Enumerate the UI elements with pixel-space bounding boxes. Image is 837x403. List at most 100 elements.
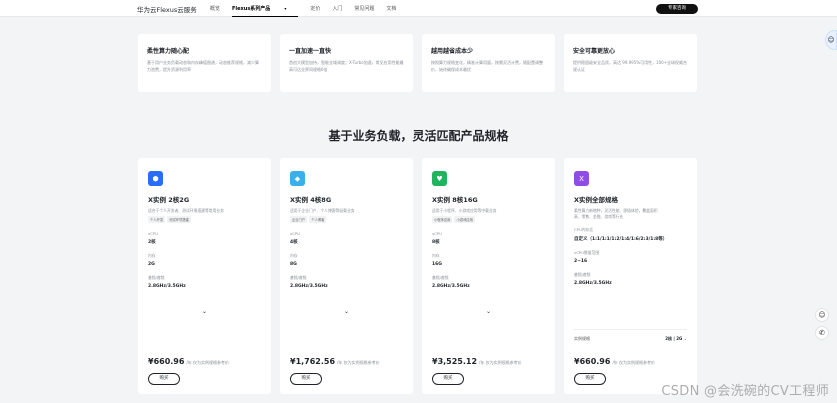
spec-value: 2.8GHz/3.5GHz [432,283,470,289]
heart-icon: ♥ [432,171,447,186]
spec-frequency: 基频/睿频 2.8GHz/3.5GHz [432,275,545,289]
feature-card: 越用越省成本少 按照算力规格变化，精准计算用量，按需灵活计费，随配置调整价，始终… [422,34,555,92]
shield-icon: ⬢ [148,171,163,186]
nav-pricing[interactable]: 定价 [310,5,320,12]
spec-label: 基频/睿频 [574,272,591,277]
card-title: X实例 2核2G [148,196,190,204]
tag: 个人博客 [309,215,327,223]
price: ¥660.96 [574,357,611,366]
product-card-2c2g: ⬢ X实例 2核2G 适合于个人开发者、测试环境搭建等常用业务 个人开发 测试环… [138,158,271,394]
top-navigation-bar: 华为云Flexus云服务 概览 Flexus系列产品 ▾ 定价 入门 常见问题 文… [0,0,837,17]
card-title: X实例 8核16G [432,196,478,204]
spec-memory: 内存 16G [432,253,545,267]
spec-vcpu: vCPU 2核 [148,231,261,245]
price-bar: ¥660.96/年 仅为实例规格参考价 [148,357,229,366]
spec-value: 2.8GHz/3.5GHz [290,283,328,289]
spec-value: 8核 [432,239,440,245]
spec-value: 2G [148,261,155,267]
nav-docs[interactable]: 文档 [386,5,396,12]
price-bar: ¥3,525.12/年 仅为实例规格参考价 [432,357,522,366]
tag: 小游戏应用 [454,215,475,223]
feature-title: 一直加速一直快 [289,48,332,55]
feature-desc: 按照算力规格变化，精准计算用量，按需灵活计费，随配置调整价，始终确保成本最优 [431,60,543,72]
product-card-all-specs: X X实例全部规格 柔性算力新物种，灵活性能、即插体验，覆盖面积 高、零售、金融… [564,158,697,394]
buy-button[interactable]: 购买 [148,373,180,385]
tag: 个人开发 [148,215,166,223]
spec-value: 2.8GHz/3.5GHz [148,283,186,289]
spec-label: vCPU [148,230,158,236]
select-label: 实例规格 [574,336,590,341]
price-unit: /年 仅为实例规格参考价 [612,360,656,365]
spec-label: vCPU数量范围 [574,250,600,255]
spec-value: 16G [432,261,442,267]
price-unit: /年 仅为实例规格参考价 [337,360,380,365]
spec-memory: 内存 8G [290,253,403,267]
price: ¥1,762.56 [290,357,336,366]
spec-label: CPU内存比 [574,227,594,232]
feature-card: 柔性算力随心配 基于用户业务负载动态和内存峰值图谱，动态推荐规格，减少算力浪费，… [138,34,271,92]
expand-chevron-icon[interactable]: ⌄ [280,308,413,315]
brand-title[interactable]: 华为云Flexus云服务 [137,4,197,14]
side-toolbar: ☺ ✆ [815,308,829,340]
buy-button[interactable]: 购买 [432,373,464,385]
feature-desc: 基于用户业务负载动态和内存峰值图谱，动态推荐规格，减少算力浪费，提升资源利用率 [147,60,259,72]
spec-vcpu-range: vCPU数量范围 2~16 [574,250,687,264]
card-desc: 适用于企业门户、个人博客等轻载业务 [290,208,355,213]
nav-faq[interactable]: 常见问题 [354,5,374,12]
main-nav: 概览 Flexus系列产品 ▾ 定价 入门 常见问题 文档 [210,5,408,17]
select-value[interactable]: 2核 | 2G ⌄ [665,336,687,342]
price: ¥660.96 [148,357,185,366]
product-card-8c16g: ♥ X实例 8核16G 适用于小程序、小游戏应用等中载业务 小程序应用 小游戏应… [422,158,555,394]
feature-desc: 提供稳固级安全品质，高达 99.995%可用性，100+全球权威合规认证 [573,60,688,72]
price: ¥3,525.12 [432,357,478,366]
card-title: X实例全部规格 [574,196,619,204]
spec-label: 内存 [290,252,298,258]
buy-button[interactable]: 购买 [290,373,322,385]
price-bar: ¥1,762.56/年 仅为实例规格参考价 [290,357,380,366]
diamond-icon: ◆ [290,171,305,186]
tag: 企业门户 [290,215,308,223]
card-tags: 个人开发 测试环境搭建 [148,215,261,223]
price-bar: ¥660.96/年 仅为实例规格参考价 [574,357,655,366]
chat-icon[interactable]: ☺ [815,308,829,322]
spec-value: 4核 [290,239,298,245]
spec-value: 2~16 [574,259,588,264]
expert-consult-button[interactable]: 专家咨询 [656,4,698,14]
nav-flexus-products[interactable]: Flexus系列产品 ▾ [232,5,299,17]
price-unit: /年 仅为实例规格参考价 [186,360,230,365]
feature-desc: 首创大模型加持，智能全域调度；X-Turbo加速，常见应用性能最高可达业界同规格… [289,60,404,72]
spec-memory: 内存 2G [148,253,261,267]
feature-title: 越用越省成本少 [431,48,474,55]
spec-value: 2核 [148,239,156,245]
spec-label: 基频/睿频 [290,274,307,280]
watermark: CSDN @会洗碗的CV工程师 [661,384,829,399]
nav-overview[interactable]: 概览 [210,5,220,12]
phone-icon[interactable]: ✆ [815,326,829,340]
price-unit: /年 仅为实例规格参考价 [479,360,522,365]
assistant-float-icon[interactable]: ☺ [825,30,837,50]
card-title: X实例 4核8G [290,196,332,204]
expand-chevron-icon[interactable]: ⌄ [138,308,271,315]
spec-label: 内存 [148,252,156,258]
spec-cpu-mem-ratio: CPU内存比 自定义（1:1/1:1/1:2/1:4/1:6/2:3/1:8等） [574,227,687,242]
spec-label: 内存 [432,252,440,258]
nav-getting-started[interactable]: 入门 [332,5,342,12]
spec-label: 基频/睿频 [148,274,165,280]
x-icon: X [574,171,589,186]
expand-chevron-icon[interactable]: ⌄ [422,308,555,315]
buy-button[interactable]: 购买 [574,373,606,385]
instance-spec-select[interactable]: 实例规格 2核 | 2G ⌄ [574,329,687,342]
card-desc: 适用于小程序、小游戏应用等中载业务 [432,208,497,213]
spec-vcpu: vCPU 4核 [290,231,403,245]
product-card-4c8g: ◆ X实例 4核8G 适用于企业门户、个人博客等轻载业务 企业门户 个人博客 v… [280,158,413,394]
feature-title: 柔性算力随心配 [147,48,190,55]
spec-value: 2.8GHz/3.5GHz [574,281,612,286]
card-desc: 适合于个人开发者、测试环境搭建等常用业务 [148,208,224,213]
feature-card: 安全可靠更放心 提供稳固级安全品质，高达 99.995%可用性，100+全球权威… [564,34,697,92]
spec-frequency: 基频/睿频 2.8GHz/3.5GHz [148,275,261,289]
spec-label: 基频/睿频 [432,274,449,280]
tag: 小程序应用 [432,215,453,223]
feature-highlights: 柔性算力随心配 基于用户业务负载动态和内存峰值图谱，动态推荐规格，减少算力浪费，… [138,34,697,92]
spec-label: vCPU [432,230,442,236]
card-desc-line2: 高、零售、金融、游戏等行业 [574,213,624,219]
